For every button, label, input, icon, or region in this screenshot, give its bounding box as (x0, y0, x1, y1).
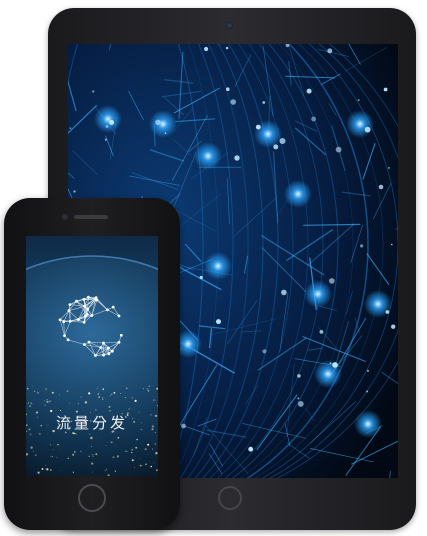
app-title: 流量分发 (55, 414, 128, 432)
phone-screen: 流量分发 (26, 236, 158, 476)
phone-device: 流量分发 (4, 198, 180, 530)
phone-speaker (74, 215, 108, 219)
phone-camera (62, 214, 68, 220)
tablet-camera (226, 22, 233, 29)
phone-home-button[interactable] (78, 484, 106, 512)
network-sphere-icon (26, 255, 158, 476)
tablet-home-button[interactable] (218, 486, 242, 510)
